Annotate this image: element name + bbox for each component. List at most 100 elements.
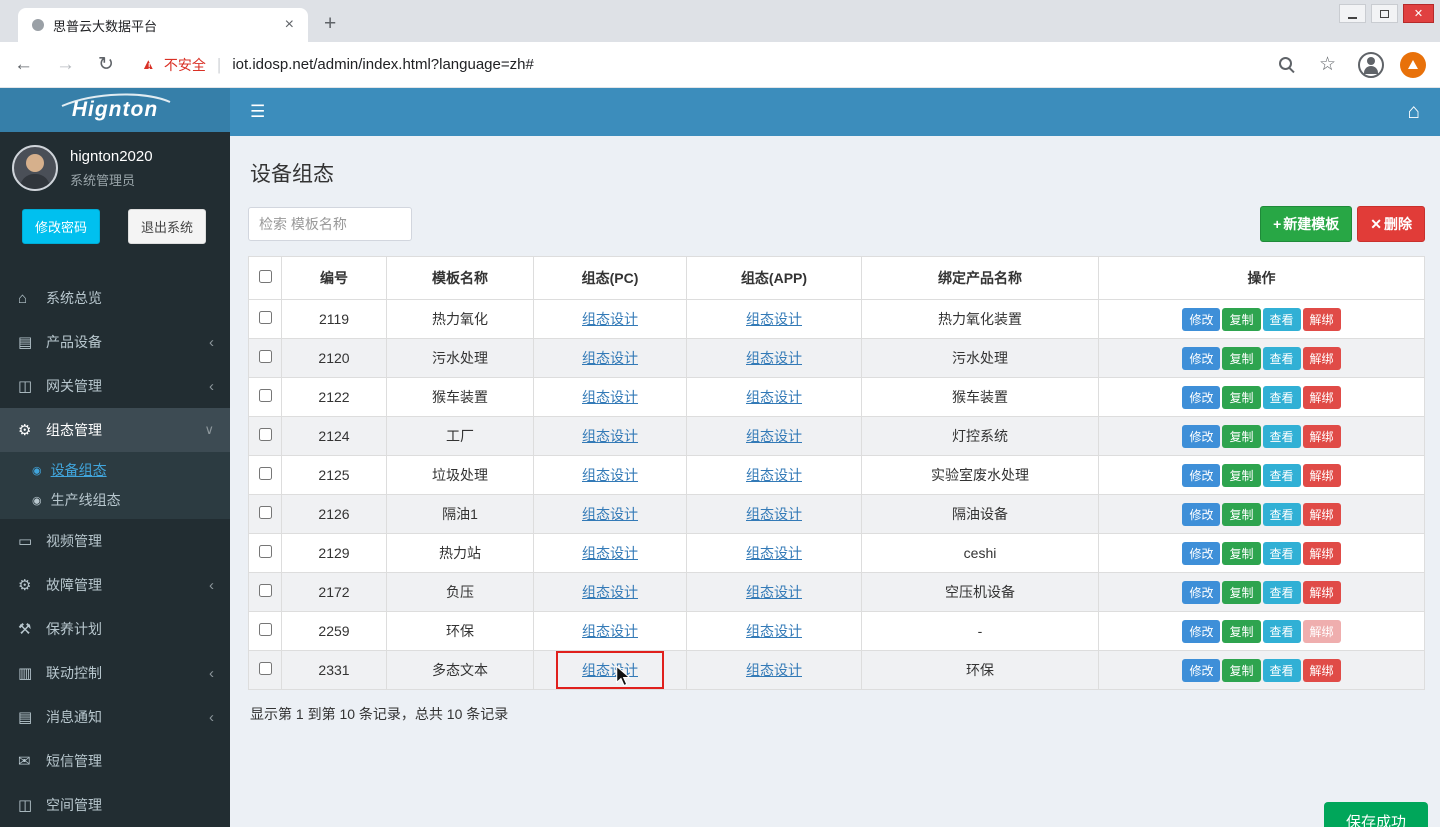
browser-profile-icon[interactable] (1358, 52, 1384, 78)
sidebar-item-11[interactable]: ◫空间管理 (0, 783, 230, 827)
pc-config-link[interactable]: 组态设计 (582, 623, 638, 639)
app-config-link[interactable]: 组态设计 (746, 506, 802, 522)
forward-button[interactable]: → (56, 54, 75, 76)
row-checkbox[interactable] (259, 623, 272, 636)
sidebar-item-2[interactable]: ▤产品设备‹ (0, 320, 230, 364)
pc-config-link[interactable]: 组态设计 (582, 506, 638, 522)
app-config-link[interactable]: 组态设计 (746, 389, 802, 405)
row-checkbox[interactable] (259, 311, 272, 324)
edit-button[interactable]: 修改 (1182, 425, 1220, 448)
sidebar-item-6[interactable]: ⚙故障管理‹ (0, 563, 230, 607)
copy-button[interactable]: 复制 (1222, 425, 1260, 448)
copy-button[interactable]: 复制 (1222, 659, 1260, 682)
browser-tab[interactable]: 思普云大数据平台 × (18, 8, 308, 42)
copy-button[interactable]: 复制 (1222, 347, 1260, 370)
submenu-item-1[interactable]: ◉设备组态 (0, 455, 230, 485)
search-input[interactable] (248, 207, 412, 241)
row-checkbox[interactable] (259, 506, 272, 519)
new-template-button[interactable]: + 新建模板 (1260, 206, 1352, 242)
url-text[interactable]: iot.idosp.net/admin/index.html?language=… (232, 56, 533, 73)
pc-config-link[interactable]: 组态设计 (582, 311, 638, 327)
sidebar-item-4[interactable]: ⚙组态管理∨ (0, 408, 230, 452)
view-button[interactable]: 查看 (1263, 542, 1301, 565)
home-icon[interactable]: ⌂ (1407, 100, 1420, 124)
window-minimize-button[interactable] (1339, 4, 1366, 23)
pc-config-link[interactable]: 组态设计 (582, 662, 638, 678)
row-checkbox[interactable] (259, 467, 272, 480)
unbind-button[interactable]: 解绑 (1303, 581, 1341, 604)
view-button[interactable]: 查看 (1263, 425, 1301, 448)
sidebar-toggle-icon[interactable]: ☰ (250, 102, 265, 122)
pc-config-link[interactable]: 组态设计 (582, 584, 638, 600)
view-button[interactable]: 查看 (1263, 347, 1301, 370)
new-tab-button[interactable]: + (324, 12, 336, 36)
sidebar-item-7[interactable]: ⚒保养计划 (0, 607, 230, 651)
sidebar-item-3[interactable]: ◫网关管理‹ (0, 364, 230, 408)
zoom-icon[interactable] (1279, 57, 1295, 73)
app-config-link[interactable]: 组态设计 (746, 428, 802, 444)
copy-button[interactable]: 复制 (1222, 503, 1260, 526)
pc-config-link[interactable]: 组态设计 (582, 389, 638, 405)
edit-button[interactable]: 修改 (1182, 659, 1220, 682)
edit-button[interactable]: 修改 (1182, 308, 1220, 331)
sidebar-item-8[interactable]: ▥联动控制‹ (0, 651, 230, 695)
app-config-link[interactable]: 组态设计 (746, 311, 802, 327)
change-password-button[interactable]: 修改密码 (22, 209, 100, 244)
sidebar-item-9[interactable]: ▤消息通知‹ (0, 695, 230, 739)
bookmark-star-icon[interactable]: ☆ (1319, 53, 1336, 76)
select-all-checkbox[interactable] (259, 270, 272, 283)
edit-button[interactable]: 修改 (1182, 464, 1220, 487)
submenu-item-2[interactable]: ◉生产线组态 (0, 485, 230, 515)
app-config-link[interactable]: 组态设计 (746, 350, 802, 366)
sidebar-item-1[interactable]: ⌂系统总览 (0, 276, 230, 320)
pc-config-link[interactable]: 组态设计 (582, 428, 638, 444)
sidebar-item-10[interactable]: ✉短信管理 (0, 739, 230, 783)
app-config-link[interactable]: 组态设计 (746, 545, 802, 561)
pc-config-link[interactable]: 组态设计 (582, 545, 638, 561)
copy-button[interactable]: 复制 (1222, 581, 1260, 604)
unbind-button[interactable]: 解绑 (1303, 620, 1341, 643)
logout-button[interactable]: 退出系统 (128, 209, 206, 244)
unbind-button[interactable]: 解绑 (1303, 464, 1341, 487)
unbind-button[interactable]: 解绑 (1303, 503, 1341, 526)
tab-close-icon[interactable]: × (281, 16, 298, 34)
edit-button[interactable]: 修改 (1182, 503, 1220, 526)
window-close-button[interactable]: ✕ (1403, 4, 1434, 23)
copy-button[interactable]: 复制 (1222, 308, 1260, 331)
row-checkbox[interactable] (259, 584, 272, 597)
unbind-button[interactable]: 解绑 (1303, 425, 1341, 448)
unbind-button[interactable]: 解绑 (1303, 386, 1341, 409)
sidebar-item-5[interactable]: ▭视频管理 (0, 519, 230, 563)
pc-config-link[interactable]: 组态设计 (582, 350, 638, 366)
edit-button[interactable]: 修改 (1182, 386, 1220, 409)
unbind-button[interactable]: 解绑 (1303, 542, 1341, 565)
refresh-button[interactable]: ↻ (98, 53, 114, 76)
app-config-link[interactable]: 组态设计 (746, 467, 802, 483)
view-button[interactable]: 查看 (1263, 581, 1301, 604)
row-checkbox[interactable] (259, 428, 272, 441)
copy-button[interactable]: 复制 (1222, 542, 1260, 565)
pc-config-link[interactable]: 组态设计 (582, 467, 638, 483)
row-checkbox[interactable] (259, 350, 272, 363)
omnibox[interactable]: ▲ ! 不安全 | iot.idosp.net/admin/index.html… (141, 55, 1279, 75)
app-config-link[interactable]: 组态设计 (746, 662, 802, 678)
security-label[interactable]: 不安全 (164, 55, 206, 75)
row-checkbox[interactable] (259, 389, 272, 402)
copy-button[interactable]: 复制 (1222, 620, 1260, 643)
copy-button[interactable]: 复制 (1222, 464, 1260, 487)
delete-button[interactable]: ✕ 删除 (1357, 206, 1425, 242)
edit-button[interactable]: 修改 (1182, 347, 1220, 370)
edit-button[interactable]: 修改 (1182, 542, 1220, 565)
browser-update-icon[interactable] (1400, 52, 1426, 78)
app-logo[interactable]: Hignton (0, 88, 230, 132)
view-button[interactable]: 查看 (1263, 620, 1301, 643)
edit-button[interactable]: 修改 (1182, 620, 1220, 643)
app-config-link[interactable]: 组态设计 (746, 623, 802, 639)
back-button[interactable]: ← (14, 54, 33, 76)
row-checkbox[interactable] (259, 662, 272, 675)
unbind-button[interactable]: 解绑 (1303, 347, 1341, 370)
row-checkbox[interactable] (259, 545, 272, 558)
view-button[interactable]: 查看 (1263, 659, 1301, 682)
app-config-link[interactable]: 组态设计 (746, 584, 802, 600)
edit-button[interactable]: 修改 (1182, 581, 1220, 604)
